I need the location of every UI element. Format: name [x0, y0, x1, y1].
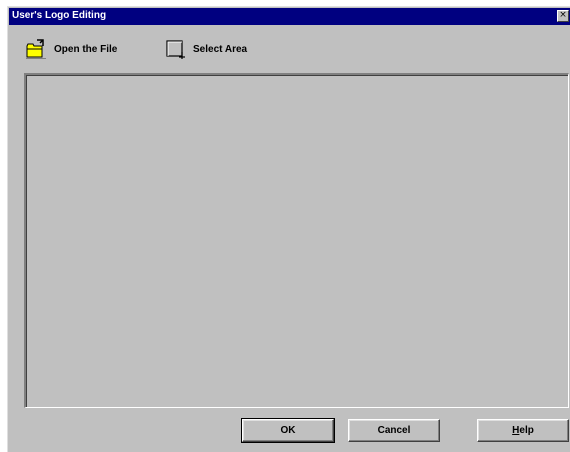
open-file-label: Open the File [54, 43, 118, 55]
select-area-icon [166, 40, 185, 59]
open-file-folder-icon [26, 39, 46, 59]
close-icon: × [559, 10, 567, 20]
title-bar[interactable]: User's Logo Editing × [9, 8, 570, 25]
select-area-label: Select Area [193, 43, 248, 55]
close-button[interactable]: × [557, 10, 569, 22]
window-title: User's Logo Editing [12, 10, 107, 21]
logo-editing-canvas[interactable] [24, 73, 569, 408]
cancel-label: Cancel [377, 425, 411, 436]
help-label: Help [512, 425, 534, 436]
select-area-button[interactable]: Select Area [164, 35, 247, 63]
cancel-button[interactable]: Cancel [348, 419, 440, 442]
ok-label: OK [280, 425, 296, 436]
canvas-inner-frame [26, 75, 568, 407]
ok-button[interactable]: OK [241, 418, 335, 443]
help-label-rest: elp [519, 425, 534, 436]
open-file-button[interactable]: Open the File [25, 35, 117, 63]
help-button[interactable]: Help [477, 419, 569, 442]
